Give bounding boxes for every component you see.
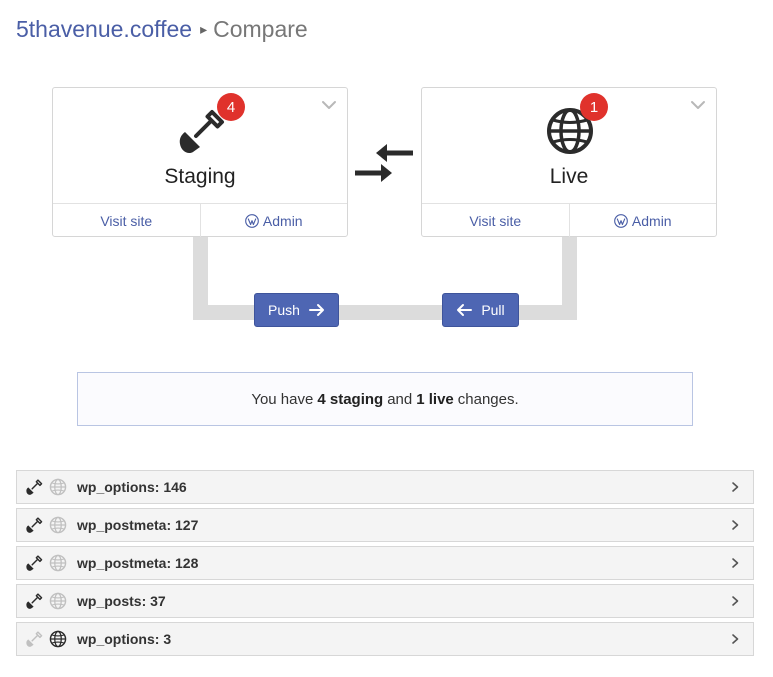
table-row[interactable]: wp_options: 146 — [16, 470, 754, 504]
compare-arrows-icon — [355, 144, 413, 182]
summary-conjunction: and — [387, 390, 413, 408]
changes-summary: You have 4 staging and 1 live changes. — [77, 372, 693, 426]
breadcrumb-current-page: Compare — [213, 15, 308, 42]
staging-card-body: 4 Staging — [53, 88, 347, 203]
live-admin-link[interactable]: Admin — [568, 204, 717, 237]
chevron-right-icon — [729, 519, 741, 531]
breadcrumb-separator-icon: ▸ — [200, 20, 208, 37]
shovel-icon — [25, 516, 43, 534]
live-visit-site-link[interactable]: Visit site — [422, 204, 569, 237]
table-row-label: wp_options: 146 — [77, 479, 187, 495]
table-row[interactable]: wp_postmeta: 128 — [16, 546, 754, 580]
globe-icon — [49, 592, 67, 610]
wordpress-icon — [614, 214, 628, 228]
push-button[interactable]: Push — [254, 293, 339, 327]
live-title: Live — [549, 165, 589, 188]
table-row-label: wp_options: 3 — [77, 631, 172, 647]
pull-label: Pull — [481, 302, 505, 318]
staging-title: Staging — [164, 165, 236, 188]
chevron-right-icon — [729, 633, 741, 645]
chevron-right-icon — [729, 481, 741, 493]
shovel-icon — [25, 592, 43, 610]
staging-admin-label: Admin — [262, 212, 303, 229]
chevron-right-icon — [729, 557, 741, 569]
chevron-right-icon — [729, 595, 741, 607]
staging-card: 4 Staging Visit site Admin — [52, 87, 348, 237]
wordpress-icon — [245, 214, 259, 228]
summary-live-count: 1 live — [416, 390, 454, 408]
live-card-links: Visit site Admin — [422, 203, 716, 237]
table-row[interactable]: wp_postmeta: 127 — [16, 508, 754, 542]
table-row[interactable]: wp_posts: 37 — [16, 584, 754, 618]
staging-visit-site-link[interactable]: Visit site — [53, 204, 200, 237]
live-admin-label: Admin — [631, 212, 672, 229]
breadcrumb-site-link[interactable]: 5thavenue.coffee — [16, 16, 192, 43]
globe-icon — [49, 516, 67, 534]
table-row-label: wp_posts: 37 — [77, 593, 166, 609]
globe-icon — [49, 478, 67, 496]
staging-admin-link[interactable]: Admin — [199, 204, 348, 237]
breadcrumb: 5thavenue.coffee ▸ Compare — [16, 14, 308, 44]
summary-staging-count: 4 staging — [317, 390, 384, 408]
summary-prefix: You have — [251, 390, 314, 408]
shovel-icon — [25, 630, 43, 648]
live-badge: 1 — [580, 93, 608, 121]
chevron-down-icon[interactable] — [689, 96, 707, 114]
arrow-right-icon — [308, 304, 324, 316]
table-row-label: wp_postmeta: 128 — [77, 555, 199, 571]
shovel-icon — [25, 478, 43, 496]
staging-card-links: Visit site Admin — [53, 203, 347, 237]
arrow-left-icon — [457, 304, 473, 316]
globe-icon — [49, 630, 67, 648]
staging-badge: 4 — [217, 93, 245, 121]
globe-icon — [49, 554, 67, 572]
table-row[interactable]: wp_options: 3 — [16, 622, 754, 656]
live-card: 1 Live Visit site Admin — [421, 87, 717, 237]
summary-suffix: changes. — [457, 390, 519, 408]
shovel-icon — [25, 554, 43, 572]
changed-tables-list: wp_options: 146 wp_postmeta: 127 wp_post… — [16, 470, 754, 660]
table-row-label: wp_postmeta: 127 — [77, 517, 199, 533]
staging-visit-site-label: Visit site — [100, 212, 153, 229]
connector-horizontal — [193, 305, 577, 320]
pull-button[interactable]: Pull — [442, 293, 519, 327]
live-card-body: 1 Live — [422, 88, 716, 203]
chevron-down-icon[interactable] — [320, 96, 338, 114]
live-visit-site-label: Visit site — [469, 212, 522, 229]
push-label: Push — [268, 302, 300, 318]
